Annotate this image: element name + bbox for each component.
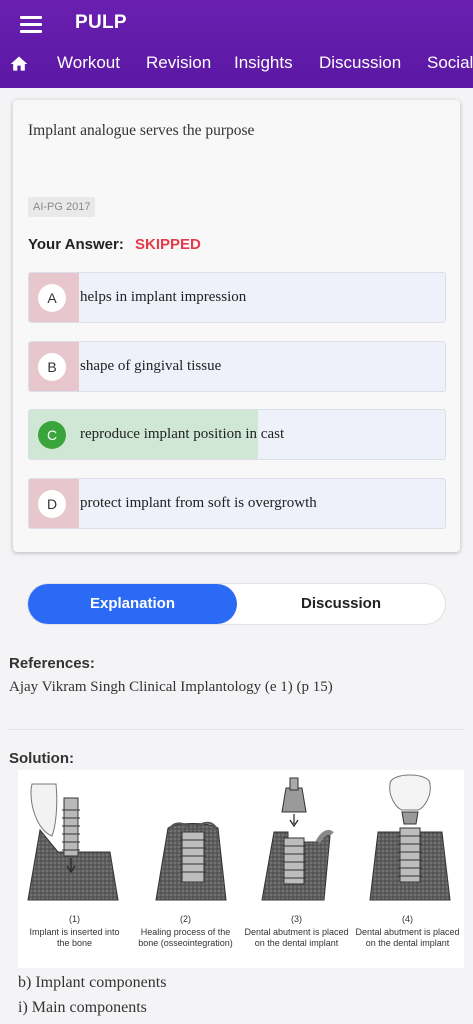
- discussion-button[interactable]: Discussion: [237, 584, 445, 624]
- option-b[interactable]: B shape of gingival tissue: [28, 341, 446, 392]
- explanation-discussion-toggle: Explanation Discussion: [28, 584, 445, 624]
- menu-icon[interactable]: [20, 14, 44, 33]
- your-answer-status: SKIPPED: [135, 236, 201, 253]
- question-text: Implant analogue serves the purpose: [28, 122, 255, 139]
- option-a-text: helps in implant impression: [80, 289, 247, 305]
- tab-insights[interactable]: Insights: [234, 53, 293, 73]
- tab-revision[interactable]: Revision: [146, 53, 211, 73]
- reference-text: Ajay Vikram Singh Clinical Implantology …: [9, 679, 333, 695]
- app-bar: PULP Workout Revision Insights Discussio…: [0, 0, 473, 88]
- home-icon[interactable]: [9, 54, 29, 74]
- references-heading: References:: [9, 655, 95, 672]
- figure-caption-4: (4) Dental abutment is placed on the den…: [355, 914, 460, 948]
- option-c-text: reproduce implant position in cast: [80, 426, 285, 442]
- nav-tabs: Workout Revision Insights Discussion Soc…: [0, 44, 473, 84]
- figure-caption-2: (2) Healing process of the bone (osseoin…: [138, 914, 233, 948]
- divider: [9, 729, 464, 730]
- question-card: Implant analogue serves the purpose AI-P…: [13, 100, 460, 552]
- option-a[interactable]: A helps in implant impression: [28, 272, 446, 323]
- tab-social[interactable]: Social: [427, 53, 473, 73]
- option-d-text: protect implant from soft is overgrowth: [80, 495, 317, 511]
- option-d-letter: D: [38, 490, 66, 518]
- solution-line-1: b) Implant components: [18, 974, 167, 991]
- your-answer-label: Your Answer:: [28, 236, 124, 253]
- option-c-letter: C: [38, 421, 66, 449]
- explanation-button[interactable]: Explanation: [28, 584, 237, 624]
- exam-tag: AI-PG 2017: [28, 197, 96, 217]
- solution-heading: Solution:: [9, 750, 74, 767]
- option-d[interactable]: D protect implant from soft is overgrowt…: [28, 478, 446, 529]
- tab-workout[interactable]: Workout: [57, 53, 120, 73]
- solution-line-2: i) Main components: [18, 999, 147, 1016]
- option-b-letter: B: [38, 353, 66, 381]
- figure-caption-3: (3) Dental abutment is placed on the den…: [244, 914, 349, 948]
- option-b-text: shape of gingival tissue: [80, 358, 222, 374]
- option-c[interactable]: C reproduce implant position in cast: [28, 409, 446, 460]
- figure-caption-1: (1) Implant is inserted into the bone: [29, 914, 120, 948]
- option-a-letter: A: [38, 284, 66, 312]
- tab-discussion[interactable]: Discussion: [319, 53, 401, 73]
- implant-figure: (1) Implant is inserted into the bone (2…: [18, 770, 464, 968]
- app-title: PULP: [75, 12, 127, 33]
